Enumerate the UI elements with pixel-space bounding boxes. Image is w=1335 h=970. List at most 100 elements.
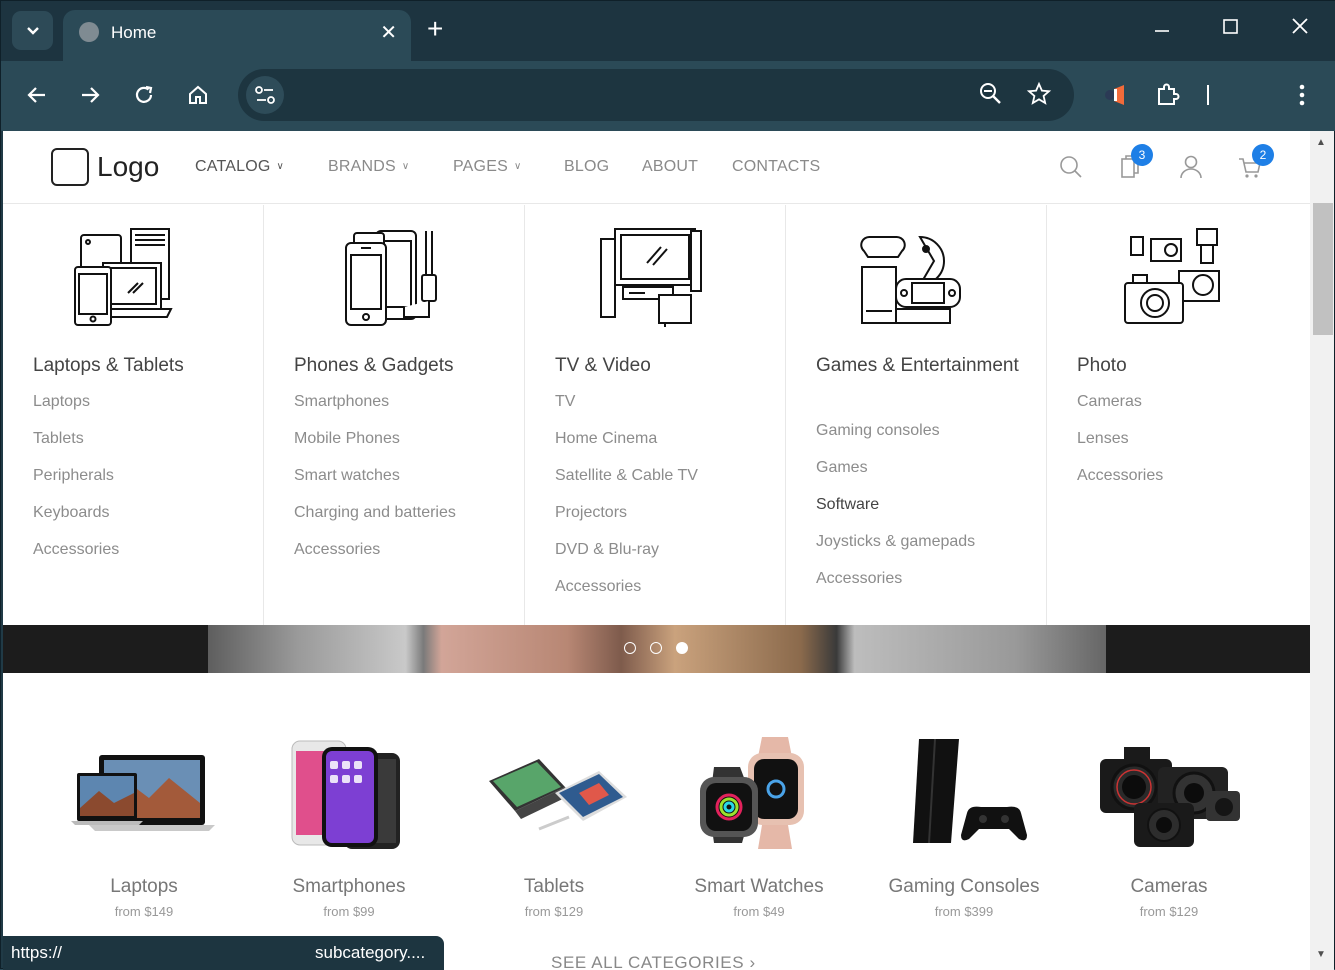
nav-catalog[interactable]: CATALOG ∨ bbox=[195, 158, 284, 176]
mega-link[interactable]: Home Cinema bbox=[555, 420, 698, 457]
mega-title[interactable]: TV & Video bbox=[555, 351, 765, 380]
mega-col-phones: Phones & Gadgets Smartphones Mobile Phon… bbox=[264, 205, 525, 625]
mega-link[interactable]: Games bbox=[816, 449, 975, 486]
mega-link[interactable]: Cameras bbox=[1077, 383, 1163, 420]
logo-text[interactable]: Logo bbox=[97, 151, 159, 183]
home-button[interactable] bbox=[184, 81, 212, 109]
logo-mark[interactable] bbox=[51, 148, 89, 186]
category-cameras[interactable]: Cameras from $129 bbox=[1069, 733, 1269, 919]
minimize-button[interactable] bbox=[1153, 17, 1171, 41]
mega-link[interactable]: Tablets bbox=[33, 420, 119, 457]
mega-link[interactable]: Charging and batteries bbox=[294, 494, 456, 531]
mega-title[interactable]: Phones & Gadgets bbox=[294, 351, 504, 380]
mega-link[interactable]: Peripherals bbox=[33, 457, 119, 494]
mega-link[interactable]: Keyboards bbox=[33, 494, 119, 531]
menu-button[interactable] bbox=[1288, 81, 1316, 109]
zoom-button[interactable] bbox=[978, 81, 1004, 112]
slider-dot-2[interactable] bbox=[650, 642, 662, 654]
tune-icon bbox=[255, 86, 275, 104]
extension-button[interactable] bbox=[1101, 81, 1129, 109]
close-tab-icon[interactable]: ✕ bbox=[380, 20, 397, 45]
category-smart-watches[interactable]: Smart Watches from $49 bbox=[659, 733, 859, 919]
search-button[interactable] bbox=[1057, 153, 1085, 181]
mega-link-hovered[interactable]: Software bbox=[816, 486, 975, 523]
puzzle-icon bbox=[1158, 83, 1180, 105]
extensions-button[interactable] bbox=[1154, 81, 1182, 109]
site-header: Logo CATALOG ∨ BRANDS ∨ PAGES ∨ BLOG ABOUT … bbox=[3, 131, 1310, 204]
mega-link[interactable]: Gaming consoles bbox=[816, 412, 975, 449]
nav-brands[interactable]: BRANDS ∨ bbox=[328, 158, 409, 176]
category-name: Laptops bbox=[110, 876, 178, 897]
close-window-button[interactable] bbox=[1291, 17, 1309, 41]
address-bar[interactable] bbox=[238, 69, 1074, 121]
mega-link[interactable]: Accessories bbox=[1077, 457, 1163, 494]
category-price: from $149 bbox=[114, 904, 174, 919]
category-gaming-consoles[interactable]: Gaming Consoles from $399 bbox=[864, 733, 1064, 919]
mega-link[interactable]: Laptops bbox=[33, 383, 119, 420]
mega-links: TV Home Cinema Satellite & Cable TV Proj… bbox=[555, 383, 698, 605]
forward-button[interactable] bbox=[76, 81, 104, 109]
link-status-bar: https:// subcategory.... bbox=[3, 936, 444, 970]
mega-title[interactable]: Laptops & Tablets bbox=[33, 351, 243, 380]
mega-title[interactable]: Photo bbox=[1077, 351, 1287, 380]
phones-gadgets-icon bbox=[345, 230, 437, 326]
mega-link[interactable]: Lenses bbox=[1077, 420, 1163, 457]
mega-title[interactable]: Games & Entertainment bbox=[816, 351, 1026, 380]
site-info-button[interactable] bbox=[246, 76, 284, 114]
megaphone-icon bbox=[1105, 85, 1124, 105]
nav-about[interactable]: ABOUT bbox=[642, 158, 698, 176]
mega-link[interactable]: DVD & Blu-ray bbox=[555, 531, 698, 568]
maximize-icon bbox=[1223, 19, 1238, 34]
mega-link[interactable]: Smartphones bbox=[294, 383, 456, 420]
category-smartphones[interactable]: Smartphones from $99 bbox=[249, 733, 449, 919]
category-name: Smartphones bbox=[292, 876, 406, 897]
bookmark-button[interactable] bbox=[1026, 81, 1052, 112]
mega-link[interactable]: Accessories bbox=[294, 531, 456, 568]
mega-link[interactable]: Joysticks & gamepads bbox=[816, 523, 975, 560]
category-laptops[interactable]: Laptops from $149 bbox=[44, 733, 244, 919]
tab-search-button[interactable] bbox=[12, 11, 53, 50]
mega-link[interactable]: Accessories bbox=[33, 531, 119, 568]
mega-link[interactable]: Accessories bbox=[555, 568, 698, 605]
mega-link[interactable]: Projectors bbox=[555, 494, 698, 531]
nav-blog[interactable]: BLOG bbox=[564, 158, 609, 176]
games-entertainment-icon bbox=[860, 235, 961, 324]
back-button[interactable] bbox=[23, 81, 51, 109]
category-price: from $49 bbox=[733, 904, 785, 919]
category-name: Gaming Consoles bbox=[888, 876, 1040, 897]
scroll-down-arrow-icon[interactable]: ▼ bbox=[1316, 949, 1326, 960]
nav-pages[interactable]: PAGES ∨ bbox=[453, 158, 521, 176]
zoom-out-icon bbox=[980, 83, 1001, 104]
maximize-button[interactable] bbox=[1222, 17, 1240, 41]
mega-link[interactable]: TV bbox=[555, 383, 698, 420]
scroll-up-arrow-icon[interactable]: ▲ bbox=[1316, 137, 1326, 148]
reload-button[interactable] bbox=[130, 81, 158, 109]
see-all-categories-link[interactable]: SEE ALL CATEGORIES › bbox=[551, 953, 756, 970]
slider-dot-3[interactable] bbox=[676, 642, 688, 654]
user-icon bbox=[1180, 155, 1202, 179]
mega-link[interactable]: Satellite & Cable TV bbox=[555, 457, 698, 494]
new-tab-button[interactable]: + bbox=[427, 15, 443, 43]
mega-link[interactable]: Mobile Phones bbox=[294, 420, 456, 457]
nav-contacts[interactable]: CONTACTS bbox=[732, 158, 820, 176]
mega-links: Cameras Lenses Accessories bbox=[1077, 383, 1163, 494]
category-price: from $399 bbox=[934, 904, 994, 919]
mega-link[interactable]: Smart watches bbox=[294, 457, 456, 494]
scrollbar-thumb[interactable] bbox=[1313, 203, 1333, 335]
account-button[interactable] bbox=[1177, 153, 1205, 181]
mega-col-laptops: Laptops & Tablets Laptops Tablets Periph… bbox=[3, 205, 264, 625]
mega-link[interactable]: Accessories bbox=[816, 560, 975, 597]
tab-home[interactable]: Home ✕ bbox=[63, 10, 411, 61]
console-image bbox=[913, 738, 1027, 844]
minimize-icon bbox=[1155, 30, 1169, 32]
nav-pages-label: PAGES bbox=[453, 158, 508, 175]
slider-dot-1[interactable] bbox=[624, 642, 636, 654]
search-icon bbox=[1060, 156, 1082, 178]
arrow-right-icon bbox=[82, 87, 100, 103]
category-tablets[interactable]: Tablets from $129 bbox=[454, 733, 654, 919]
category-price: from $129 bbox=[524, 904, 584, 919]
cart-badge: 2 bbox=[1252, 144, 1274, 166]
tablet-image bbox=[489, 759, 627, 831]
page-scrollbar[interactable]: ▲ ▼ bbox=[1310, 131, 1334, 970]
mega-links: Laptops Tablets Peripherals Keyboards Ac… bbox=[33, 383, 119, 568]
